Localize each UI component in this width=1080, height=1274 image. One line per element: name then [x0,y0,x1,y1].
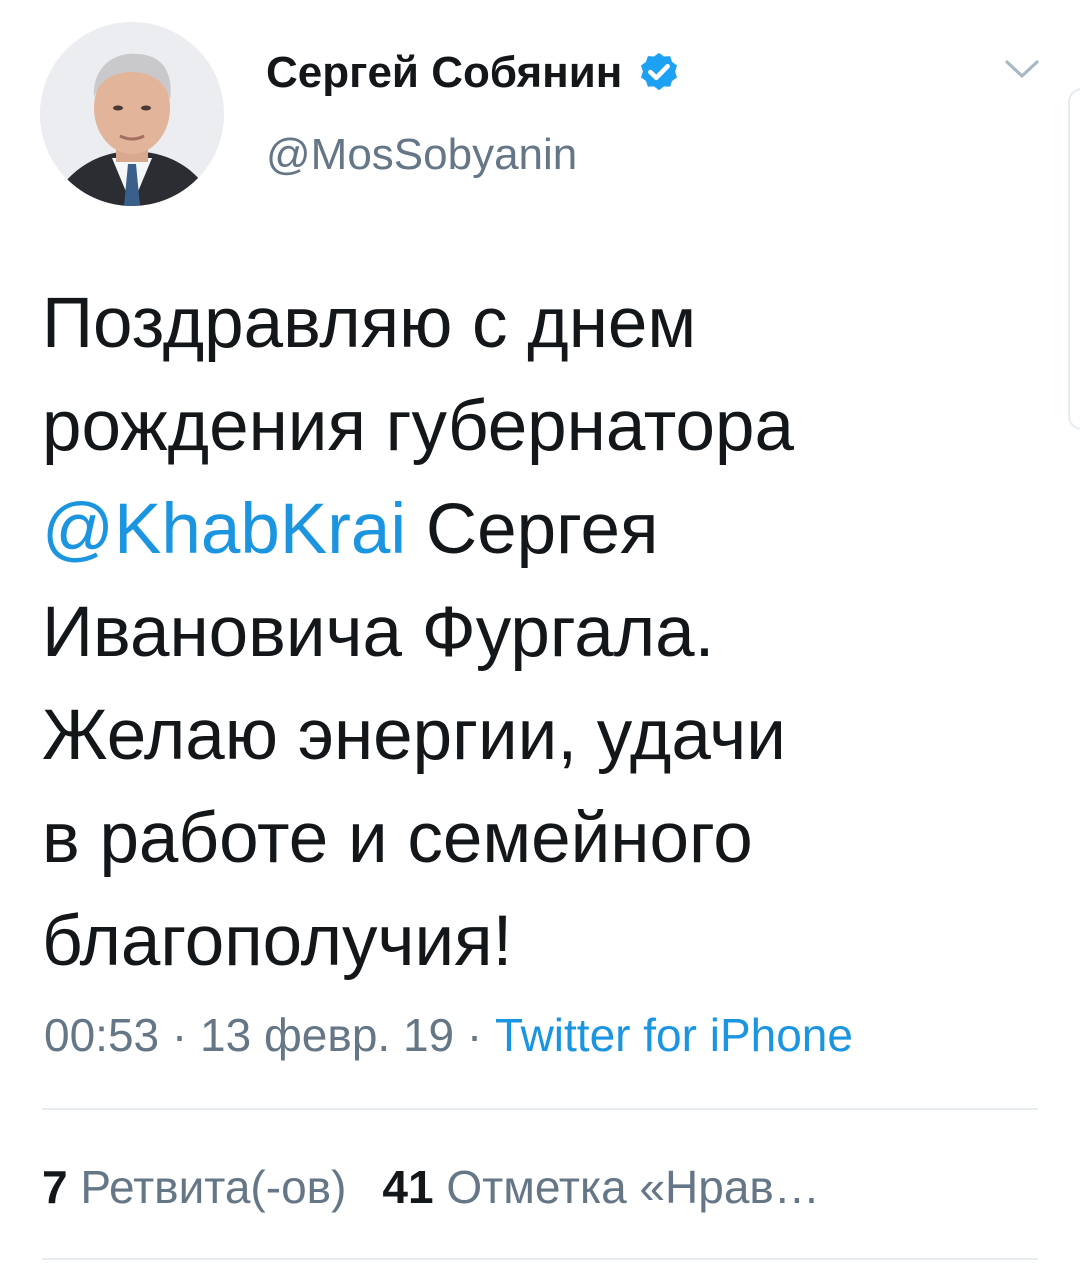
tweet-text-segment: благополучия! [42,902,513,981]
author-name-row[interactable]: Сергей Собянин [266,48,682,98]
meta-separator: · [159,1009,201,1061]
tweet-text-line: Поздравляю с днем [42,272,1042,375]
tweet-text-segment: рождения губернатора [42,387,794,466]
divider [42,1108,1038,1110]
author-display-name[interactable]: Сергей Собянин [266,48,622,98]
tweet-stats: 7 Ретвита(-ов) 41 Отметка «Нрав… [42,1160,820,1214]
likes-label: Отметка «Нрав… [433,1161,820,1213]
tweet-time[interactable]: 00:53 [44,1009,159,1061]
likes-count: 41 [382,1161,434,1213]
tweet-text-segment: Желаю энергии, удачи [42,696,786,775]
verified-badge-icon [636,50,682,96]
author-handle[interactable]: @MosSobyanin [266,130,577,180]
tweet-meta: 00:53 · 13 февр. 19 · Twitter for iPhone [44,1008,853,1062]
mention-link[interactable]: @KhabKrai [42,490,406,569]
tweet-text-segment: в работе и семейного [42,799,753,878]
tweet-text-line: рождения губернатора [42,375,1042,478]
retweets-label: Ретвита(-ов) [67,1161,347,1213]
meta-separator: · [454,1009,496,1061]
likes-stat[interactable]: 41 Отметка «Нрав… [382,1161,819,1213]
tweet-source-link[interactable]: Twitter for iPhone [495,1009,853,1061]
tweet-text-segment: Сергея [406,490,659,569]
chevron-down-icon[interactable] [1004,58,1040,80]
tweet-text-segment: Поздравляю с днем [42,284,697,363]
tweet-date[interactable]: 13 февр. 19 [200,1009,454,1061]
tweet-text-line: Ивановича Фургала. [42,581,1042,684]
tweet-text-line: в работе и семейного [42,787,1042,890]
tweet-text-segment: Ивановича Фургала. [42,593,715,672]
tweet-detail: Сергей Собянин @MosSobyanin Поздравляю с… [0,0,1080,1274]
tweet-text-line: @KhabKrai Сергея [42,478,1042,581]
retweets-stat[interactable]: 7 Ретвита(-ов) [42,1161,346,1213]
scroll-indicator[interactable] [1068,88,1080,430]
divider [42,1258,1038,1260]
tweet-text: Поздравляю с днем рождения губернатора @Kh… [42,272,1042,993]
retweets-count: 7 [42,1161,68,1213]
avatar-photo [40,22,224,206]
tweet-text-line: Желаю энергии, удачи [42,684,1042,787]
avatar[interactable] [40,22,224,206]
tweet-text-line: благополучия! [42,890,1042,993]
